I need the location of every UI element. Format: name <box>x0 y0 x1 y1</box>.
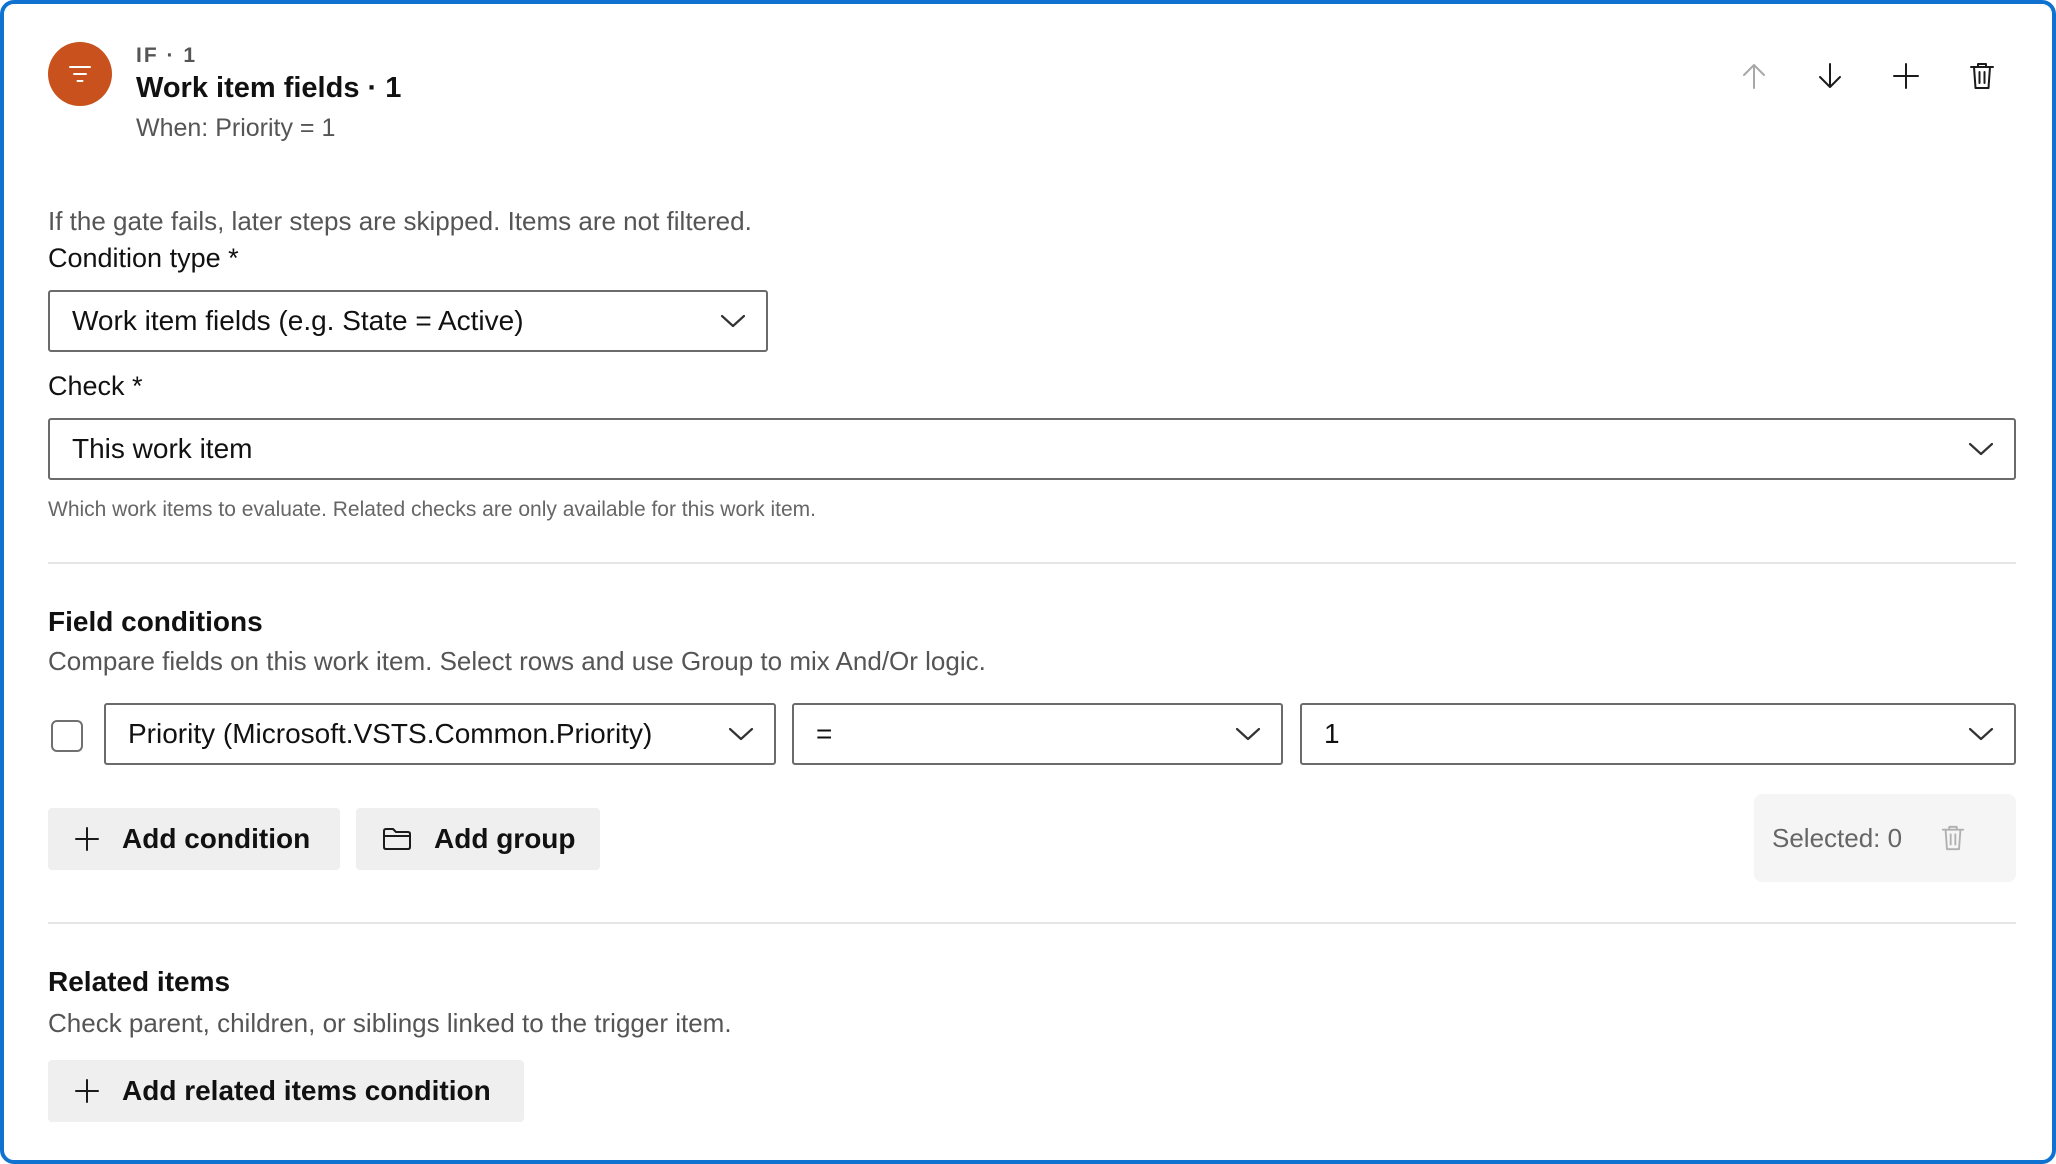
row-select-checkbox[interactable] <box>51 720 83 752</box>
trash-icon[interactable] <box>1940 824 1966 852</box>
add-condition-label: Add condition <box>122 823 311 854</box>
add-condition-button[interactable]: Add condition <box>48 808 340 870</box>
filter-icon <box>48 42 112 106</box>
field-value: Priority (Microsoft.VSTS.Common.Priority… <box>128 718 653 749</box>
field-conditions-title: Field conditions <box>48 606 263 637</box>
plus-icon <box>74 826 100 852</box>
trash-icon <box>1970 63 1994 89</box>
move-up-button[interactable] <box>1728 50 1780 102</box>
add-related-items-condition-button[interactable]: Add related items condition <box>48 1060 524 1122</box>
selected-count: Selected: 0 <box>1772 822 1903 853</box>
chevron-down-icon <box>1968 726 1994 742</box>
operator-select[interactable]: = <box>792 703 1283 765</box>
arrow-down-icon <box>1819 63 1841 88</box>
chevron-down-icon <box>1968 441 1994 457</box>
field-select[interactable]: Priority (Microsoft.VSTS.Common.Priority… <box>104 703 776 765</box>
chevron-down-icon <box>1235 726 1261 742</box>
condition-type-label: Condition type * <box>48 243 239 273</box>
condition-type-select[interactable]: Work item fields (e.g. State = Active) <box>48 290 768 352</box>
step-eyebrow: IF · 1 <box>136 44 198 67</box>
chevron-down-icon <box>728 726 754 742</box>
step-summary: When: Priority = 1 <box>136 114 336 142</box>
add-related-items-label: Add related items condition <box>122 1075 491 1106</box>
divider <box>48 922 2016 924</box>
folder-icon <box>382 827 412 851</box>
check-help-text: Which work items to evaluate. Related ch… <box>48 498 816 521</box>
add-group-label: Add group <box>434 823 576 854</box>
value-select[interactable]: 1 <box>1300 703 2016 765</box>
plus-icon <box>1893 63 1919 89</box>
step-title: Work item fields · 1 <box>136 72 402 104</box>
arrow-up-icon <box>1743 64 1765 89</box>
chevron-down-icon <box>720 313 746 329</box>
gate-note: If the gate fails, later steps are skipp… <box>48 206 752 236</box>
related-items-description: Check parent, children, or siblings link… <box>48 1008 732 1038</box>
condition-type-value: Work item fields (e.g. State = Active) <box>72 305 524 336</box>
check-label: Check * <box>48 371 143 401</box>
condition-step-card: IF · 1 Work item fields · 1 When: Priori… <box>0 0 2056 1164</box>
condition-value: 1 <box>1324 718 1340 749</box>
divider <box>48 562 2016 564</box>
related-items-title: Related items <box>48 966 231 997</box>
add-group-button[interactable]: Add group <box>356 808 600 870</box>
field-conditions-description: Compare fields on this work item. Select… <box>48 646 986 676</box>
selection-toolbar: Selected: 0 <box>1754 794 2016 882</box>
move-down-button[interactable] <box>1804 50 1856 102</box>
check-select[interactable]: This work item <box>48 418 2016 480</box>
delete-step-button[interactable] <box>1956 50 2008 102</box>
plus-icon <box>74 1078 100 1104</box>
add-step-button[interactable] <box>1880 50 1932 102</box>
operator-value: = <box>816 718 833 749</box>
check-value: This work item <box>72 433 253 464</box>
